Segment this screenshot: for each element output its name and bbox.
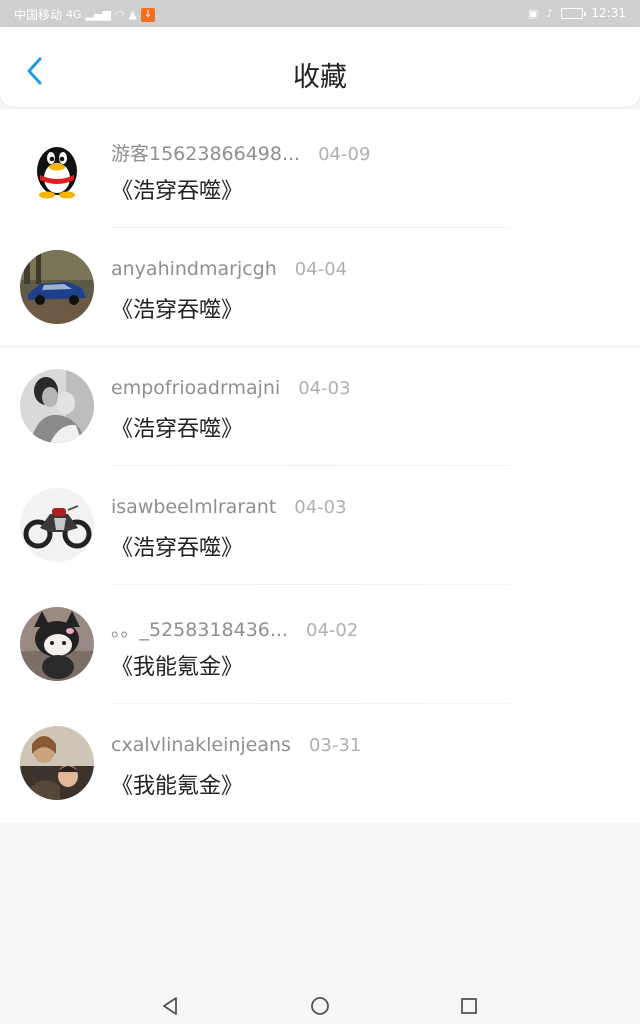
username: anyahindmarjcgh: [111, 258, 277, 280]
nav-home-button[interactable]: [308, 994, 332, 1018]
list-item[interactable]: 游客15623866498... 04-09 《浩穿吞噬》: [0, 109, 640, 228]
carrier-label: 中国移动: [14, 8, 63, 22]
book-title: 《浩穿吞噬》: [111, 417, 244, 442]
status-bar-left: 中国移动 4G ▂▄▆ ◠ ▲ ↓: [14, 6, 156, 23]
status-bar-right: ▣ ♪ 12:31: [528, 6, 626, 20]
item-meta: empofrioadrmajni 04-03: [111, 377, 351, 399]
item-meta: cxalvlinakleinjeans 03-31: [111, 734, 361, 756]
couple-photo-avatar[interactable]: [20, 369, 94, 443]
download-icon: ↓: [141, 7, 156, 22]
list-item[interactable]: cxalvlinakleinjeans 03-31 《我能氪金》: [0, 704, 640, 823]
list-item[interactable]: 。。_5258318436... 04-02 《我能氪金》: [0, 585, 640, 704]
triangle-back-icon: [163, 997, 177, 1015]
username: cxalvlinakleinjeans: [111, 734, 291, 756]
battery-icon: [561, 7, 587, 19]
date: 04-02: [306, 620, 359, 641]
wifi-icon: ◠: [114, 8, 125, 21]
circle-home-icon: [311, 997, 329, 1015]
date: 04-03: [298, 378, 351, 399]
square-recents-icon: [461, 998, 477, 1014]
book-title: 《我能氪金》: [111, 655, 244, 680]
username: 。。_5258318436...: [111, 619, 289, 641]
page-title: 收藏: [293, 62, 347, 93]
date: 04-03: [294, 497, 347, 518]
book-title: 《浩穿吞噬》: [111, 536, 244, 561]
signal-icon: ▂▄▆: [85, 8, 111, 21]
mute-bell-icon: ♪: [546, 6, 554, 20]
list-item[interactable]: isawbeelmlrarant 04-03 《浩穿吞噬》: [0, 466, 640, 585]
header: 收藏: [0, 27, 640, 107]
book-title: 《浩穿吞噬》: [111, 179, 244, 204]
item-meta: 。。_5258318436... 04-02: [111, 615, 358, 642]
favorites-list: 游客15623866498... 04-09 《浩穿吞噬》 anyahindma…: [0, 109, 640, 823]
nav-back-button[interactable]: [158, 994, 182, 1018]
date: 03-31: [308, 735, 362, 756]
hd-icon: ▣: [527, 6, 539, 20]
book-title: 《浩穿吞噬》: [111, 298, 244, 323]
item-meta: isawbeelmlrarant 04-03: [111, 496, 347, 518]
item-meta: anyahindmarjcgh 04-04: [111, 258, 347, 280]
date: 04-09: [318, 144, 371, 165]
nav-recents-button[interactable]: [457, 994, 481, 1018]
list-item[interactable]: empofrioadrmajni 04-03 《浩穿吞噬》: [0, 347, 640, 466]
status-bar: 中国移动 4G ▂▄▆ ◠ ▲ ↓ ▣ ♪ 12:31: [0, 0, 640, 27]
date: 04-04: [294, 259, 348, 280]
book-title: 《我能氪金》: [111, 774, 244, 799]
clock: 12:31: [591, 6, 626, 20]
rally-car-avatar[interactable]: [20, 250, 94, 324]
network-type-label: 4G: [66, 8, 82, 21]
navigation-bar: [0, 988, 640, 1024]
upload-icon: ▲: [128, 8, 138, 21]
list-item[interactable]: anyahindmarjcgh 04-04 《浩穿吞噬》: [0, 228, 640, 347]
item-meta: 游客15623866498... 04-09: [111, 139, 370, 166]
username: isawbeelmlrarant: [111, 496, 277, 518]
username: empofrioadrmajni: [111, 377, 281, 399]
motorcycle-avatar[interactable]: [20, 488, 94, 562]
username: 游客15623866498...: [111, 143, 301, 165]
friends-photo-avatar[interactable]: [20, 726, 94, 800]
penguin-avatar[interactable]: [20, 131, 94, 205]
plush-toy-avatar[interactable]: [20, 607, 94, 681]
